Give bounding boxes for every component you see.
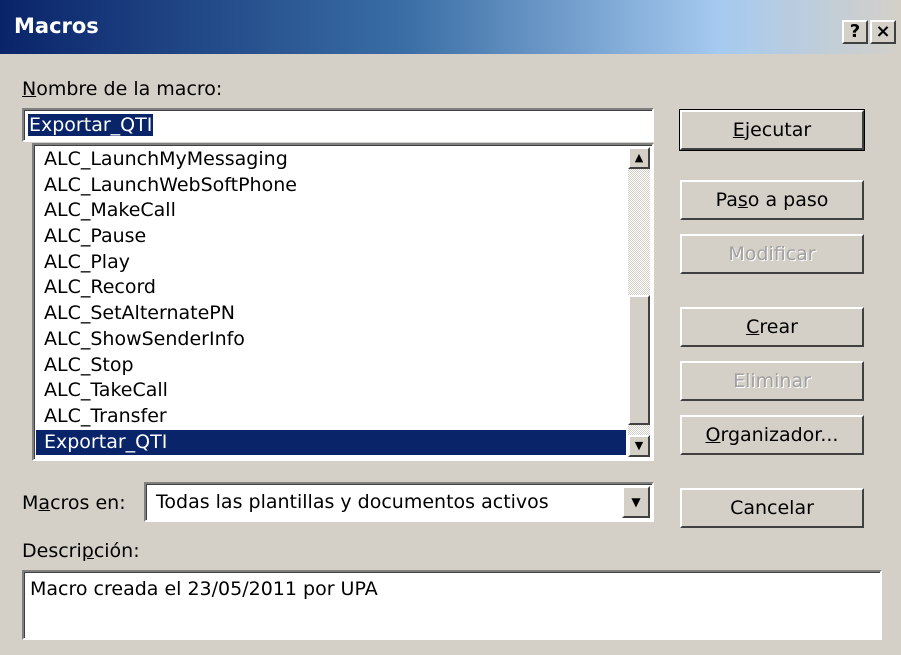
description-label: Descripción: (22, 540, 140, 562)
macro-list-item[interactable]: ALC_Transfer (36, 404, 626, 430)
description-field[interactable]: Macro creada el 23/05/2011 por UPA (22, 570, 882, 640)
macro-name-value: Exportar_QTI (28, 114, 154, 136)
scroll-down-arrow-icon[interactable]: ▼ (628, 435, 650, 457)
macro-list-item[interactable]: ALC_Pause (36, 224, 626, 250)
scrollbar-thumb[interactable] (628, 295, 650, 425)
macros-in-label: Macros en: (22, 492, 126, 514)
edit-button[interactable]: Modificar (680, 234, 864, 274)
macro-list-item[interactable]: ALC_Play (36, 250, 626, 276)
macro-list-item[interactable]: ALC_SetAlternatePN (36, 301, 626, 327)
organizer-button[interactable]: Organizador... (680, 415, 864, 455)
window-title: Macros (14, 14, 99, 38)
macro-name-input[interactable]: Exportar_QTI (22, 108, 654, 142)
step-into-button[interactable]: Paso a paso (680, 180, 864, 220)
macro-list-scrollbar[interactable]: ▲ ▼ (628, 147, 650, 457)
close-button[interactable]: × (870, 20, 896, 44)
macro-list-item[interactable]: ALC_MakeCall (36, 198, 626, 224)
macro-list-item[interactable]: ALC_LaunchMyMessaging (36, 147, 626, 173)
macro-list[interactable]: ALC_LaunchMyMessaging ALC_LaunchWebSoftPh… (32, 143, 654, 461)
scroll-up-arrow-icon[interactable]: ▲ (628, 147, 650, 169)
macro-list-item[interactable]: ALC_LaunchWebSoftPhone (36, 173, 626, 199)
macro-list-item[interactable]: ALC_TakeCall (36, 378, 626, 404)
macro-list-item[interactable]: Exportar_QTI (36, 429, 626, 456)
create-button[interactable]: Crear (680, 307, 864, 347)
delete-button[interactable]: Eliminar (680, 361, 864, 401)
title-bar: Macros ? × (0, 0, 901, 54)
macros-in-value: Todas las plantillas y documentos activo… (156, 491, 549, 513)
macros-in-dropdown[interactable]: Todas las plantillas y documentos activo… (144, 482, 654, 522)
run-button[interactable]: Ejecutar (679, 109, 865, 151)
cancel-button[interactable]: Cancelar (680, 488, 864, 528)
macro-list-item[interactable]: ALC_Record (36, 275, 626, 301)
help-button[interactable]: ? (842, 20, 868, 44)
macro-name-label: Nombre de la macro: (22, 78, 223, 100)
description-text: Macro creada el 23/05/2011 por UPA (30, 578, 378, 600)
macro-list-items: ALC_LaunchMyMessaging ALC_LaunchWebSoftPh… (36, 147, 626, 456)
dropdown-arrow-icon[interactable]: ▼ (622, 486, 650, 518)
macro-list-item[interactable]: ALC_Stop (36, 353, 626, 379)
macro-list-item[interactable]: ALC_ShowSenderInfo (36, 327, 626, 353)
